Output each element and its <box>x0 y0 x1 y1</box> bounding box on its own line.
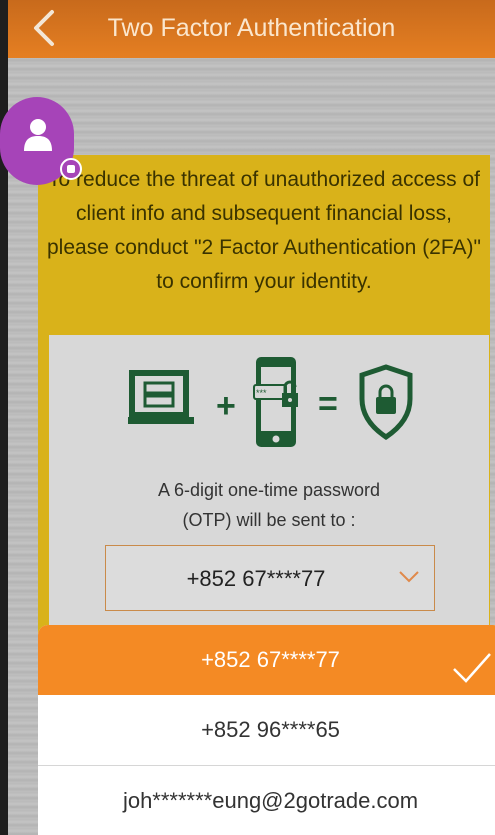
chevron-down-icon <box>398 570 420 589</box>
chat-badge-icon <box>60 158 82 180</box>
svg-text:***: *** <box>256 388 267 398</box>
equals-sign: = <box>318 385 338 423</box>
option-label: joh*******eung@2gotrade.com <box>122 788 419 813</box>
otp-line-1: A 6-digit one-time password <box>157 480 381 500</box>
otp-line-2: (OTP) will be sent to : <box>182 510 356 530</box>
page-title: Two Factor Authentication <box>107 14 396 42</box>
option-label: +852 96****65 <box>201 717 340 742</box>
screen: Two Factor Authentication To reduce the … <box>8 0 495 835</box>
option-email[interactable]: joh*******eung@2gotrade.com <box>38 766 495 835</box>
recipient-select-value: +852 67****77 <box>186 566 326 591</box>
option-phone-1[interactable]: +852 67****77 <box>38 625 495 695</box>
option-phone-2[interactable]: +852 96****65 <box>38 695 495 765</box>
notice-text: To reduce the threat of unauthorized acc… <box>47 168 481 293</box>
app-header: Two Factor Authentication <box>8 0 495 58</box>
recipient-options-sheet: +852 67****77 +852 96****65 joh*******eu… <box>38 625 495 835</box>
phone-lock-icon: *** <box>253 357 298 447</box>
laptop-icon <box>128 370 194 424</box>
option-label: +852 67****77 <box>201 647 340 672</box>
illustration: + *** = <box>128 357 413 447</box>
plus-sign: + <box>216 387 236 425</box>
otp-description: A 6-digit one-time password (OTP) will b… <box>49 475 489 535</box>
recipient-select[interactable]: +852 67****77 <box>105 545 435 611</box>
shield-lock-icon <box>359 364 413 441</box>
